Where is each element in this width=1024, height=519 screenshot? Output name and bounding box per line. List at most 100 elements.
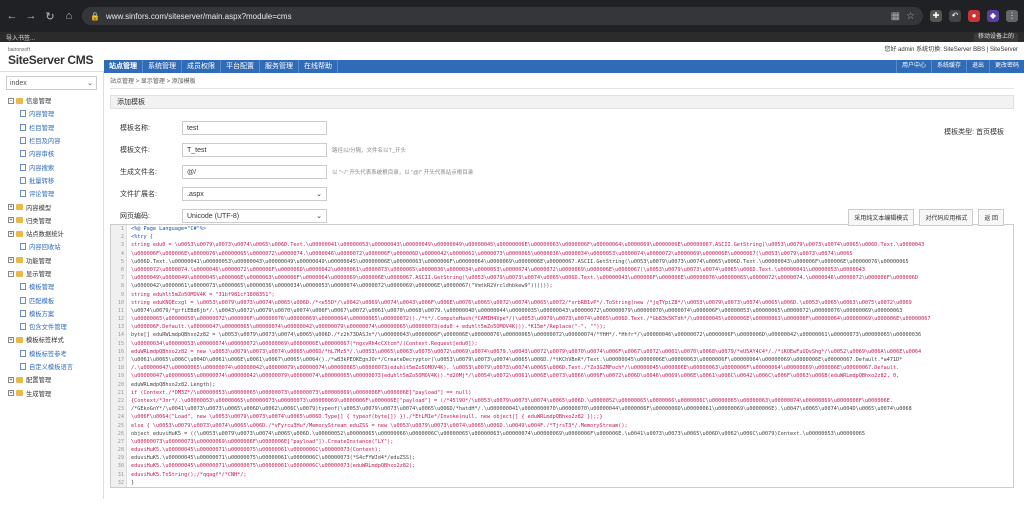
back-icon[interactable]: ← [6,10,18,22]
code-editor[interactable]: 1 2 3 4 5 6 7 8 9 10 11 12 13 14 15 16 17 18 19 20 21 22 23 24 2… [110,224,1014,488]
sidebar-item-label: 模板标签样式 [26,337,64,345]
notification-icon[interactable]: ● [968,10,980,22]
line-number: 32 [117,479,124,486]
expand-icon[interactable]: + [8,217,14,224]
expand-icon[interactable]: + [8,230,14,237]
code-line: else { \u0053\u0079\u0073\u0074\u0065\u0… [131,422,628,429]
sidebar-item[interactable]: 批量转移 [0,174,103,187]
code-line: \u000006F\u000006E\u0000076\u00000065\u0… [131,250,853,257]
line-number: 9 [120,291,124,298]
tab-service[interactable]: 服务管理 [260,60,299,73]
sidebar-item[interactable]: − 显示管理 [0,267,103,280]
page-icon [20,283,26,291]
code-line: \u0000072\u0000074.\u0000046\u0000072\u0… [131,266,865,273]
expand-icon[interactable]: + [8,336,14,343]
cache-link[interactable]: 系统缓存 [930,60,966,73]
sidebar-item[interactable]: + 归类管理 [0,214,103,227]
expand-icon[interactable]: + [8,204,14,211]
sidebar-item[interactable]: 自定义模板语言 [0,360,103,373]
sidebar-item[interactable]: 栏目管理 [0,121,103,134]
user-center-link[interactable]: 用户中心 [895,60,931,73]
plain-text-mode-button[interactable]: 采用纯文本编辑模式 [848,209,915,226]
code-line: eduviHuK5.\u00000045\u00000071\u00000075… [131,447,381,454]
extension-icon[interactable]: ✚ [930,10,942,22]
sidebar-item[interactable]: + 内容模型 [0,200,103,213]
line-number: 21 [117,389,124,396]
format-code-button[interactable]: 对代码应用格式 [919,209,974,226]
mobile-bookmarks-link[interactable]: 移动设备上的 [973,32,1018,42]
expand-icon[interactable]: + [8,257,14,264]
sidebar-item-label: 批量转移 [29,177,55,185]
sidebar-item[interactable]: 内容审核 [0,147,103,160]
tab-site[interactable]: 站点管理 [104,60,143,73]
code-line: byte[] eduRWLmdpQBhxo2z82 = \u0053\u0079… [131,332,922,339]
ext-row: 文件扩展名: .aspx ⌄ [120,187,327,201]
back-ext-icon[interactable]: ↶ [949,10,961,22]
browser-toolbar: ← → ↻ ⌂ 🔒 www.sinfors.com/siteserver/mai… [0,0,1024,32]
tab-help[interactable]: 在线帮助 [299,60,338,73]
code-lines[interactable]: <%@ Page Language="C#"%> <%try {string ed… [127,225,1013,487]
collapse-icon[interactable]: − [8,270,14,277]
sidebar-item[interactable]: 包含文件管理 [0,320,103,333]
menu-icon[interactable]: ⋮ [1006,10,1018,22]
sidebar-item-label: 栏目管理 [29,124,55,132]
line-number: 28 [117,447,124,454]
sidebar-item[interactable]: + 模板标签样式 [0,333,103,346]
logout-link[interactable]: 退出 [965,60,989,73]
sidebar-item[interactable]: 模板标签参考 [0,347,103,360]
line-number: 8 [120,283,124,290]
reload-icon[interactable]: ↻ [44,10,56,23]
collapse-icon[interactable]: − [8,97,14,104]
address-bar[interactable]: 🔒 www.sinfors.com/siteserver/main.aspx?m… [82,7,923,25]
site-select[interactable]: index ⌄ [6,76,97,90]
app-header: baironsoft SiteServer CMS 您好 admin 系统切换:… [0,42,1024,73]
change-password-link[interactable]: 更改密码 [988,60,1024,73]
return-button[interactable]: 返 回 [978,209,1004,226]
sidebar-item[interactable]: 模板方案 [0,307,103,320]
sidebar-item[interactable]: 匹配模板 [0,293,103,306]
code-line: } [131,479,135,486]
forward-icon[interactable]: → [25,10,37,22]
sidebar-item[interactable]: 模板管理 [0,280,103,293]
template-form: 模板名称: 模板类型: 首页模板 模板文件: 路径以/分隔，文件名以T_开头 生… [110,115,1014,226]
tab-platform[interactable]: 平台配置 [221,60,260,73]
generated-filename-input[interactable] [182,165,327,179]
sidebar-item[interactable]: 栏目及内容 [0,134,103,147]
page-icon [20,363,26,371]
star-icon[interactable]: ☆ [906,11,915,22]
expand-icon[interactable]: + [8,376,14,383]
sidebar-item[interactable]: − 信息管理 [0,94,103,107]
home-icon[interactable]: ⌂ [63,10,75,22]
line-number: 3 [120,242,124,249]
template-file-input[interactable] [182,143,327,157]
expand-icon[interactable]: + [8,390,14,397]
gen-label: 生成文件名: [120,169,157,176]
template-name-input[interactable] [182,121,327,135]
sidebar-item-label: 评论管理 [29,191,55,199]
sidebar-item[interactable]: + 配置管理 [0,373,103,386]
profile-ext-icon[interactable]: ◆ [987,10,999,22]
encoding-select[interactable]: Unicode (UTF-8) ⌄ [182,209,327,223]
line-number: 2 [120,234,124,241]
sidebar-item[interactable]: 评论管理 [0,187,103,200]
sidebar-item[interactable]: + 功能管理 [0,254,103,267]
tab-system[interactable]: 系统管理 [143,60,182,73]
sidebar-item[interactable]: + 生成管理 [0,387,103,400]
top-links[interactable]: 您好 admin 系统切换: SiteServer BBS | SiteServ… [884,44,1018,53]
line-number: 19 [117,373,124,380]
qr-icon[interactable]: ▦ [891,11,900,22]
line-number: 14 [117,332,124,339]
line-number: 26 [117,430,124,437]
page-icon [20,243,26,251]
sidebar-item[interactable]: 内容搜索 [0,160,103,173]
sidebar-item[interactable]: 内容回收站 [0,240,103,253]
sidebar-item-label: 配置管理 [26,377,52,385]
import-bookmarks-link[interactable]: 导入书签... [6,33,35,42]
lock-icon[interactable]: 🔒 [90,12,100,21]
tab-members[interactable]: 成员权限 [182,60,221,73]
sidebar-item[interactable]: + 站点数据统计 [0,227,103,240]
chevron-down-icon: ⌄ [316,213,322,220]
sidebar-item[interactable]: 内容管理 [0,107,103,120]
sidebar-item-label: 栏目及内容 [29,138,61,146]
extension-select[interactable]: .aspx ⌄ [182,187,327,201]
